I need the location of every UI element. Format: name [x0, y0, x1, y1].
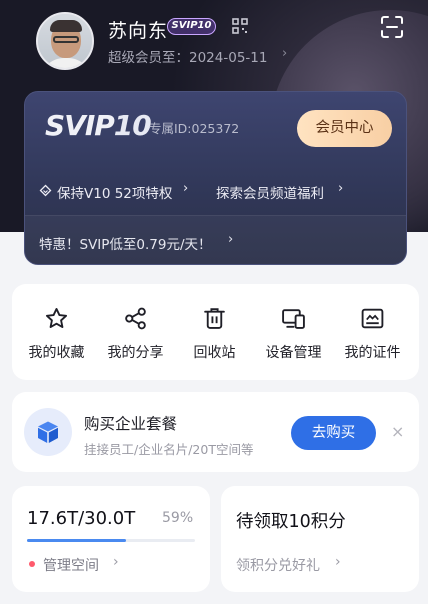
menu-item-devices[interactable]: 设备管理	[253, 284, 334, 380]
menu-item-label: 我的分享	[107, 345, 164, 361]
menu-item-shares[interactable]: 我的分享	[95, 284, 176, 380]
cube-icon	[24, 408, 72, 456]
storage-percent: 59%	[162, 510, 194, 526]
manage-space-link[interactable]: 管理空间	[43, 555, 99, 575]
chevron-right-icon: ›	[282, 46, 288, 61]
points-title: 待领取10积分	[236, 512, 346, 532]
menu-item-label: 我的收藏	[28, 345, 85, 361]
trash-icon	[204, 308, 225, 329]
redeem-gifts-link[interactable]: 领积分兑好礼	[236, 555, 320, 575]
storage-usage: 17.6T/30.0T	[27, 508, 136, 529]
notification-dot	[29, 561, 35, 567]
member-center-button[interactable]: 会员中心	[297, 110, 392, 147]
menu-item-id-docs[interactable]: 我的证件	[332, 284, 413, 380]
membership-expiry[interactable]: 超级会员至：2024-05-11	[108, 46, 267, 66]
points-card[interactable]: 待领取10积分 领积分兑好礼 ›	[221, 486, 419, 592]
privilege-link[interactable]: 保持V10 52项特权	[57, 182, 172, 202]
storage-progress-bar	[27, 539, 195, 542]
quick-menu: 我的收藏 我的分享 回收站 设备管理 我的证件	[12, 284, 419, 380]
chevron-right-icon: ›	[183, 181, 189, 196]
scan-icon[interactable]	[380, 15, 404, 39]
menu-item-label: 回收站	[193, 345, 236, 361]
share-icon	[125, 307, 146, 330]
menu-item-label: 设备管理	[265, 345, 322, 361]
chevron-right-icon: ›	[338, 181, 344, 196]
devices-icon	[282, 309, 305, 329]
chevron-right-icon: ›	[335, 554, 341, 570]
storage-progress-fill	[27, 539, 127, 542]
member-id: 专属ID:025372	[149, 121, 240, 136]
diamond-icon	[39, 184, 52, 197]
avatar[interactable]	[36, 12, 94, 70]
menu-item-label: 我的证件	[344, 345, 401, 361]
close-icon[interactable]: ×	[391, 422, 404, 441]
username: 苏向东	[108, 20, 169, 42]
business-plan-banner[interactable]: 购买企业套餐 挂接员工/企业名片/20T空间等 去购买 ×	[12, 392, 419, 472]
menu-item-favorites[interactable]: 我的收藏	[16, 284, 97, 380]
promo-text[interactable]: 特惠！SVIP低至0.79元/天！	[39, 233, 212, 253]
star-icon	[45, 307, 68, 328]
business-title: 购买企业套餐	[84, 415, 178, 433]
svip-card[interactable]: SVIP10 专属ID:025372 会员中心 保持V10 52项特权 › 探索…	[24, 91, 407, 265]
business-subtitle: 挂接员工/企业名片/20T空间等	[84, 442, 254, 457]
storage-card[interactable]: 17.6T/30.0T 59% 管理空间 ›	[12, 486, 210, 592]
svip-logo: SVIP10	[45, 109, 152, 142]
qr-code-icon[interactable]	[232, 18, 248, 34]
id-card-icon	[361, 308, 384, 329]
buy-button[interactable]: 去购买	[291, 416, 376, 450]
explore-benefits-link[interactable]: 探索会员频道福利	[216, 182, 324, 202]
chevron-right-icon: ›	[113, 554, 119, 570]
svip-level-badge[interactable]: SVIP10	[167, 18, 216, 35]
chevron-right-icon: ›	[228, 232, 234, 247]
menu-item-recycle-bin[interactable]: 回收站	[174, 284, 255, 380]
